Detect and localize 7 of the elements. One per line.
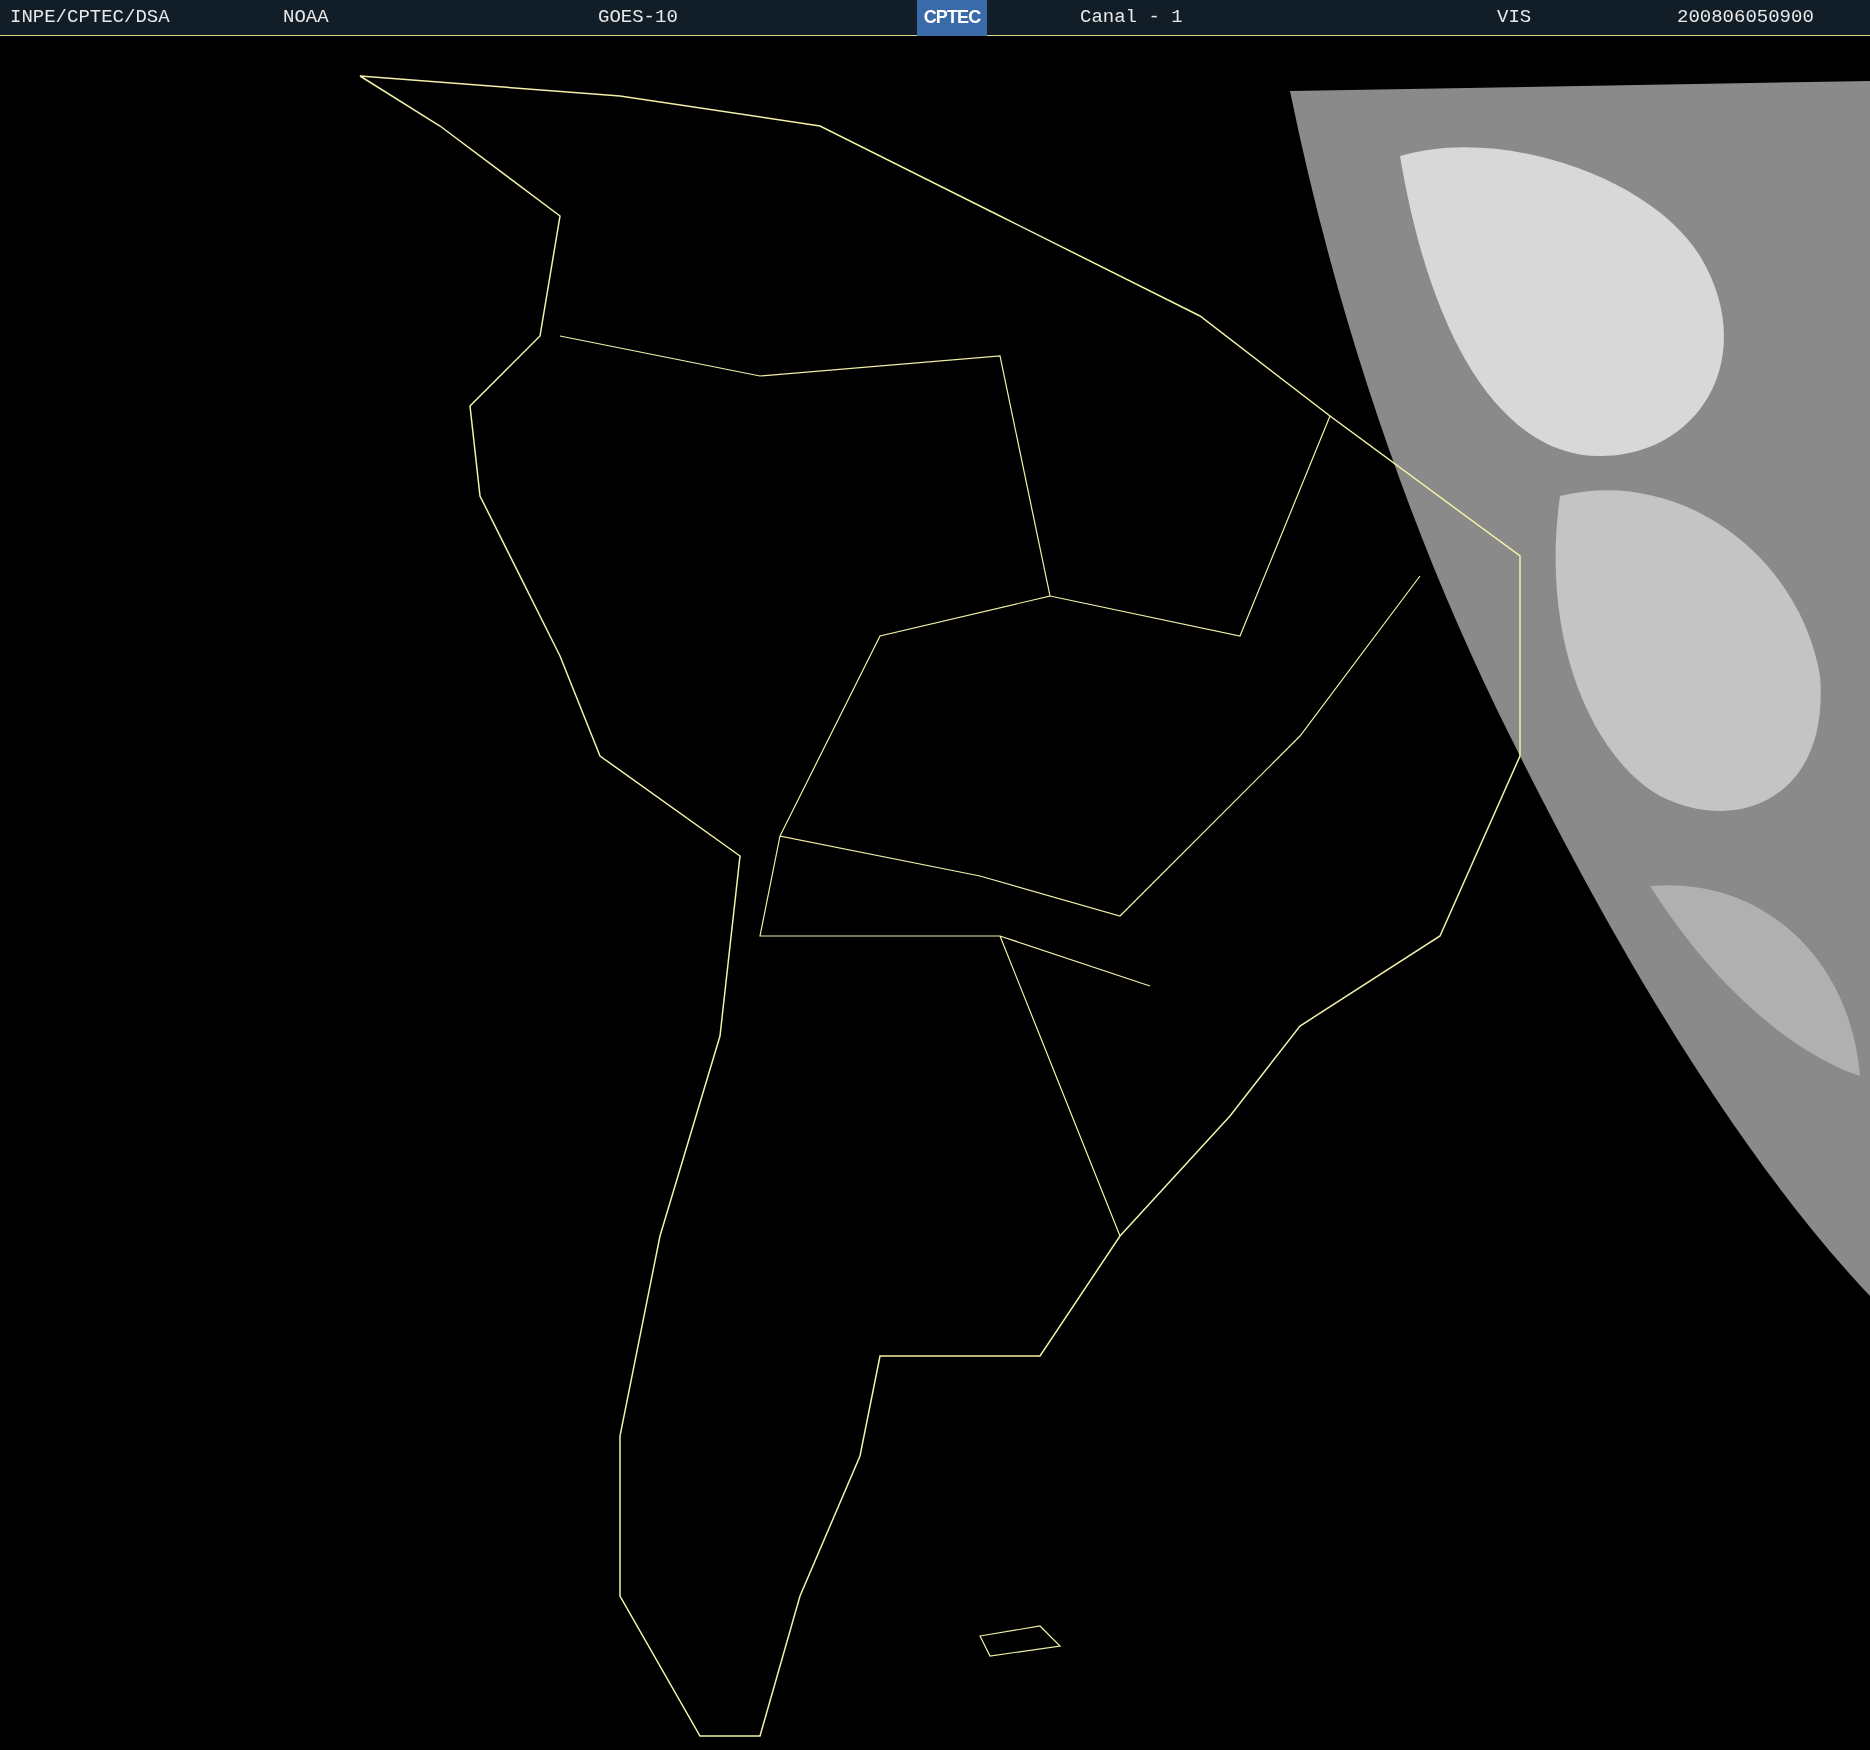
band-label: VIS — [1497, 5, 1533, 31]
source-label: NOAA — [283, 5, 330, 31]
logo-text: CPTEC — [923, 6, 981, 29]
timestamp-label: 200806050900 — [1677, 5, 1814, 31]
agency-label: INPE/CPTEC/DSA — [10, 5, 171, 31]
channel-label: Canal - 1 — [1080, 5, 1184, 31]
satellite-label: GOES-10 — [598, 5, 679, 31]
